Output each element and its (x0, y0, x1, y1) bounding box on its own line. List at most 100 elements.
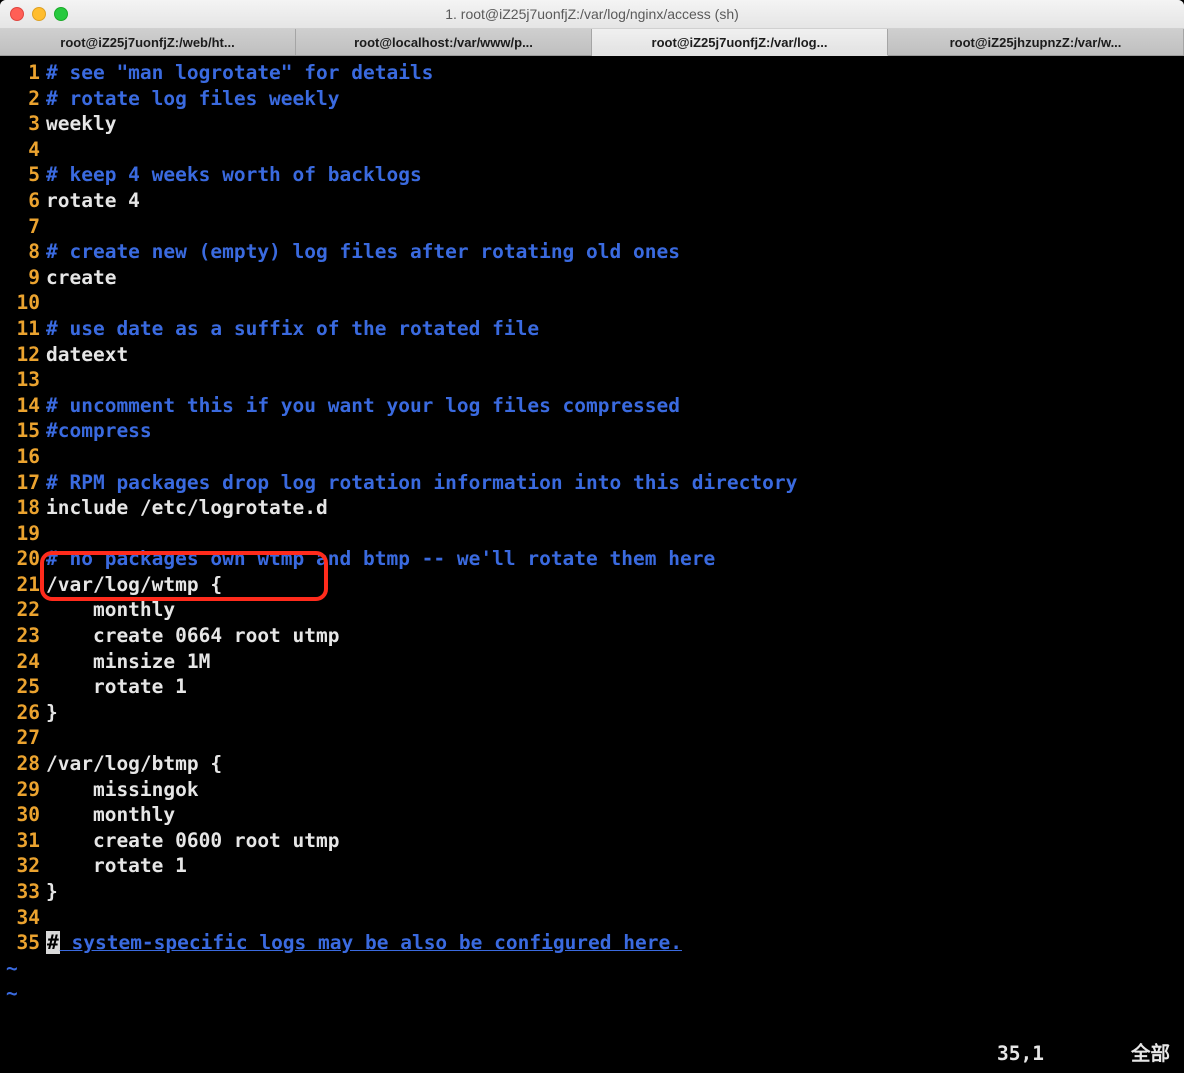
line-number: 29 (0, 777, 46, 803)
line-number: 26 (0, 700, 46, 726)
line-content: rotate 1 (46, 674, 1184, 700)
code-line: 24 minsize 1M (0, 649, 1184, 675)
line-number: 18 (0, 495, 46, 521)
code-line: 9create (0, 265, 1184, 291)
code-line: 4 (0, 137, 1184, 163)
code-line: 28/var/log/btmp { (0, 751, 1184, 777)
line-content: # RPM packages drop log rotation informa… (46, 470, 1184, 496)
line-content: # see "man logrotate" for details (46, 60, 1184, 86)
line-number: 32 (0, 853, 46, 879)
line-content: minsize 1M (46, 649, 1184, 675)
line-number: 3 (0, 111, 46, 137)
line-number: 23 (0, 623, 46, 649)
line-number: 15 (0, 418, 46, 444)
code-line: 10 (0, 290, 1184, 316)
line-content: missingok (46, 777, 1184, 803)
line-number: 24 (0, 649, 46, 675)
editor-viewport[interactable]: 1# see "man logrotate" for details2# rot… (0, 56, 1184, 1073)
code-line: 35# system-specific logs may be also be … (0, 930, 1184, 956)
line-content: # no packages own wtmp and btmp -- we'll… (46, 546, 1184, 572)
line-number: 14 (0, 393, 46, 419)
line-number: 1 (0, 60, 46, 86)
line-number: 21 (0, 572, 46, 598)
code-line: 16 (0, 444, 1184, 470)
line-number: 12 (0, 342, 46, 368)
line-content: monthly (46, 597, 1184, 623)
line-number: 7 (0, 214, 46, 240)
line-number: 20 (0, 546, 46, 572)
line-number: 30 (0, 802, 46, 828)
line-number: 11 (0, 316, 46, 342)
code-line: 19 (0, 521, 1184, 547)
line-content: # uncomment this if you want your log fi… (46, 393, 1184, 419)
code-line: 5# keep 4 weeks worth of backlogs (0, 162, 1184, 188)
line-number: 17 (0, 470, 46, 496)
code-line: 14# uncomment this if you want your log … (0, 393, 1184, 419)
code-line: 17# RPM packages drop log rotation infor… (0, 470, 1184, 496)
code-line: 32 rotate 1 (0, 853, 1184, 879)
tab-3[interactable]: root@iZ25jhzupnzZ:/var/w... (888, 29, 1184, 55)
tab-bar: root@iZ25j7uonfjZ:/web/ht...root@localho… (0, 29, 1184, 56)
code-line: 23 create 0664 root utmp (0, 623, 1184, 649)
line-number: 31 (0, 828, 46, 854)
code-line: 26} (0, 700, 1184, 726)
line-number: 34 (0, 905, 46, 931)
line-number: 2 (0, 86, 46, 112)
line-number: 22 (0, 597, 46, 623)
vim-status-bar: 35,1 全部 (0, 1041, 1184, 1067)
line-number: 16 (0, 444, 46, 470)
empty-line-tilde: ~ (0, 981, 1184, 1007)
cursor-position: 35,1 (997, 1041, 1044, 1067)
code-line: 2# rotate log files weekly (0, 86, 1184, 112)
tab-1[interactable]: root@localhost:/var/www/p... (296, 29, 592, 55)
line-number: 25 (0, 674, 46, 700)
terminal-window: 1. root@iZ25j7uonfjZ:/var/log/nginx/acce… (0, 0, 1184, 1073)
line-content: create 0664 root utmp (46, 623, 1184, 649)
code-line: 15#compress (0, 418, 1184, 444)
line-number: 5 (0, 162, 46, 188)
line-content: include /etc/logrotate.d (46, 495, 1184, 521)
line-number: 27 (0, 725, 46, 751)
line-content: rotate 4 (46, 188, 1184, 214)
line-number: 33 (0, 879, 46, 905)
code-line: 18include /etc/logrotate.d (0, 495, 1184, 521)
line-content: # create new (empty) log files after rot… (46, 239, 1184, 265)
code-line: 22 monthly (0, 597, 1184, 623)
line-content: #compress (46, 418, 1184, 444)
line-content: # system-specific logs may be also be co… (46, 930, 1184, 956)
code-line: 20# no packages own wtmp and btmp -- we'… (0, 546, 1184, 572)
code-line: 25 rotate 1 (0, 674, 1184, 700)
line-number: 4 (0, 137, 46, 163)
code-line: 33} (0, 879, 1184, 905)
line-number: 28 (0, 751, 46, 777)
code-line: 30 monthly (0, 802, 1184, 828)
code-line: 6rotate 4 (0, 188, 1184, 214)
code-line: 29 missingok (0, 777, 1184, 803)
code-line: 3weekly (0, 111, 1184, 137)
code-line: 34 (0, 905, 1184, 931)
line-content: } (46, 879, 1184, 905)
line-content: # rotate log files weekly (46, 86, 1184, 112)
code-line: 7 (0, 214, 1184, 240)
window-title: 1. root@iZ25j7uonfjZ:/var/log/nginx/acce… (0, 6, 1184, 22)
line-content: dateext (46, 342, 1184, 368)
line-content: # keep 4 weeks worth of backlogs (46, 162, 1184, 188)
line-content: create 0600 root utmp (46, 828, 1184, 854)
line-content: /var/log/wtmp { (46, 572, 1184, 598)
line-number: 13 (0, 367, 46, 393)
code-line: 31 create 0600 root utmp (0, 828, 1184, 854)
tab-2[interactable]: root@iZ25j7uonfjZ:/var/log... (592, 29, 888, 56)
tab-0[interactable]: root@iZ25j7uonfjZ:/web/ht... (0, 29, 296, 55)
line-content: weekly (46, 111, 1184, 137)
line-number: 10 (0, 290, 46, 316)
line-content: monthly (46, 802, 1184, 828)
line-number: 19 (0, 521, 46, 547)
code-line: 8# create new (empty) log files after ro… (0, 239, 1184, 265)
code-line: 13 (0, 367, 1184, 393)
titlebar: 1. root@iZ25j7uonfjZ:/var/log/nginx/acce… (0, 0, 1184, 29)
code-line: 12dateext (0, 342, 1184, 368)
code-lines: 1# see "man logrotate" for details2# rot… (0, 56, 1184, 1007)
line-content: } (46, 700, 1184, 726)
line-content: /var/log/btmp { (46, 751, 1184, 777)
line-content: rotate 1 (46, 853, 1184, 879)
